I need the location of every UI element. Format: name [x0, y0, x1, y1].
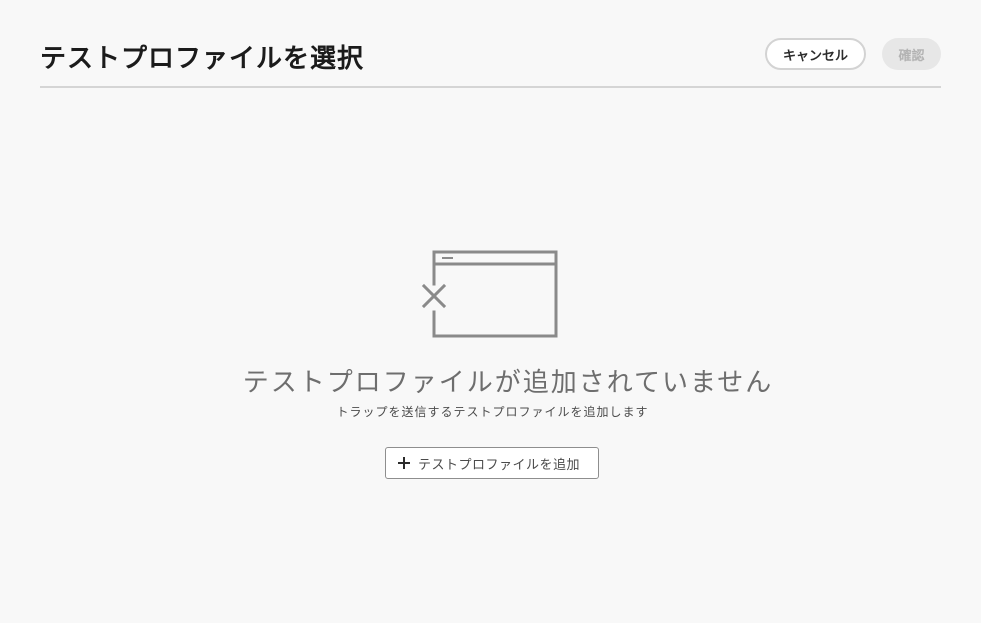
cancel-button[interactable]: キャンセル — [765, 38, 866, 70]
dialog-header: テストプロファイルを選択 キャンセル 確認 — [40, 34, 941, 74]
confirm-button[interactable]: 確認 — [882, 38, 941, 70]
empty-state-heading: テストプロファイルが追加されていません — [242, 368, 774, 398]
empty-state-description: トラップを送信するテストプロファイルを追加します — [336, 405, 649, 419]
dialog-title: テストプロファイルを選択 — [40, 44, 365, 74]
add-test-profile-button[interactable]: テストプロファイルを追加 — [385, 447, 599, 479]
header-divider — [40, 86, 941, 88]
add-test-profile-label: テストプロファイルを追加 — [418, 457, 581, 473]
plus-icon — [396, 453, 412, 473]
select-test-profile-dialog: テストプロファイルを選択 キャンセル 確認 テストプロファイルが追加されていませ… — [0, 0, 981, 623]
window-x-icon — [419, 250, 559, 340]
